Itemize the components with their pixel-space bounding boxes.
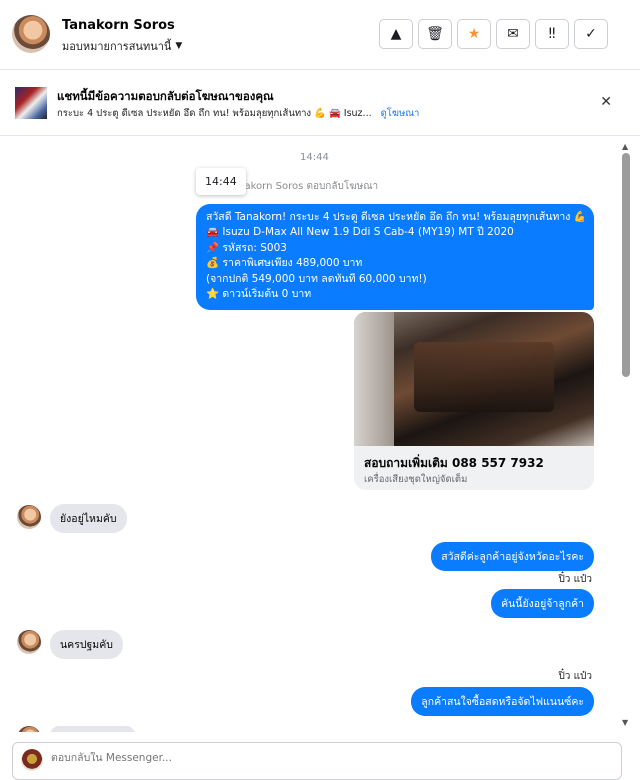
thread-scrollbar[interactable]: ▲ ▼ (622, 142, 630, 727)
ad-reply-banner: แชทนี้มีข้อความตอบกลับต่อโฆษณาของคุณ กระ… (0, 70, 640, 136)
ad-message-line: สวัสดี Tanakorn! กระบะ 4 ประตู ดีเซล ประ… (206, 211, 584, 223)
scroll-up-arrow-icon[interactable]: ▲ (622, 142, 628, 151)
outgoing-message[interactable]: คันนี้ยังอยู่จ้าลูกค้า (491, 589, 594, 618)
composer-box[interactable] (12, 742, 622, 780)
caret-down-icon: ▼ (175, 41, 183, 51)
page-avatar (21, 749, 43, 771)
ad-message-line: 🚘 Isuzu D-Max All New 1.9 Ddi S Cab-4 (M… (206, 226, 514, 239)
header-actions: ▲ 🗑 ★ ✉ ‼ ✓ (379, 19, 608, 49)
ad-message-line: 💰 ราคาพิเศษเพียง 489,000 บาท (206, 257, 363, 270)
ad-message-line: (จากปกติ 549,000 บาท ลดทันที 60,000 บาท!… (206, 272, 427, 285)
ad-message-bubble[interactable]: สวัสดี Tanakorn! กระบะ 4 ประตู ดีเซล ประ… (196, 204, 594, 310)
ad-media-card[interactable]: สอบถามเพิ่มเติม 088 557 7932 เครื่องเสีย… (354, 312, 594, 490)
ad-message-line: ⭐ ดาวน์เริ่มต้น 0 บาท (206, 288, 312, 301)
message-thread: 14:44 anakorn Soros ตอบกลับโฆษณา 14:44 ส… (0, 136, 640, 732)
ad-thumbnail[interactable] (15, 87, 47, 119)
sender-name: ปิ๋ว แป๋ว (558, 574, 592, 585)
contact-avatar[interactable] (12, 15, 50, 53)
warning-icon: ▲ (390, 26, 402, 42)
outgoing-message[interactable]: สวัสดีค่ะลูกค้าอยู่จังหวัดอะไรคะ (431, 542, 594, 571)
check-icon: ✓ (585, 26, 597, 42)
reply-composer (0, 732, 640, 780)
ad-replied-note: anakorn Soros ตอบกลับโฆษณา (232, 181, 379, 192)
trash-icon: 🗑 (426, 26, 444, 42)
card-subtitle: เครื่องเสียงชุดใหญ่จัดเต็ม (364, 474, 468, 485)
close-icon[interactable]: ✕ (600, 94, 612, 110)
mark-unread-button[interactable]: ✉ (496, 19, 530, 49)
assign-conversation-dropdown[interactable]: มอบหมายการสนทนานี้ ▼ (62, 37, 182, 55)
contact-avatar-small[interactable] (17, 630, 41, 654)
thread-timestamp: 14:44 (300, 152, 329, 163)
envelope-icon: ✉ (507, 26, 519, 42)
ad-text-preview: กระบะ 4 ประตู ดีเซล ประหยัด อึด ถึก ทน! … (57, 108, 372, 119)
banner-subtitle: กระบะ 4 ประตู ดีเซล ประหยัด อึด ถึก ทน! … (57, 106, 419, 121)
delete-button[interactable]: 🗑 (418, 19, 452, 49)
star-button[interactable]: ★ (457, 19, 491, 49)
mark-done-button[interactable]: ✓ (574, 19, 608, 49)
time-tooltip: 14:44 (196, 168, 246, 195)
assign-label: มอบหมายการสนทนานี้ (62, 40, 172, 53)
sender-name: ปิ๋ว แป๋ว (558, 671, 592, 682)
car-interior-image (354, 312, 594, 446)
banner-title: แชทนี้มีข้อความตอบกลับต่อโฆษณาของคุณ (57, 89, 274, 103)
contact-avatar-small[interactable] (17, 505, 41, 529)
reply-input[interactable] (51, 752, 591, 764)
scroll-down-arrow-icon[interactable]: ▼ (622, 718, 628, 727)
incoming-message[interactable]: ยังอยู่ไหมคับ (50, 504, 127, 533)
mark-important-button[interactable]: ‼ (535, 19, 569, 49)
scroll-thumb[interactable] (622, 153, 630, 377)
conversation-header: Tanakorn Soros มอบหมายการสนทนานี้ ▼ ▲ 🗑 … (0, 0, 640, 70)
ad-message-line: 📌 รหัสรถ: S003 (206, 241, 287, 254)
view-ad-link[interactable]: ดูโฆษณา (381, 108, 420, 119)
incoming-message[interactable]: นครปฐมคับ (50, 630, 123, 659)
star-icon: ★ (467, 26, 481, 42)
important-icon: ‼ (548, 26, 556, 42)
report-button[interactable]: ▲ (379, 19, 413, 49)
card-title: สอบถามเพิ่มเติม 088 557 7932 (364, 456, 544, 470)
contact-name[interactable]: Tanakorn Soros (62, 18, 175, 33)
outgoing-message[interactable]: ลูกค้าสนใจซื้อสดหรือจัดไฟแนนซ์คะ (411, 687, 594, 716)
